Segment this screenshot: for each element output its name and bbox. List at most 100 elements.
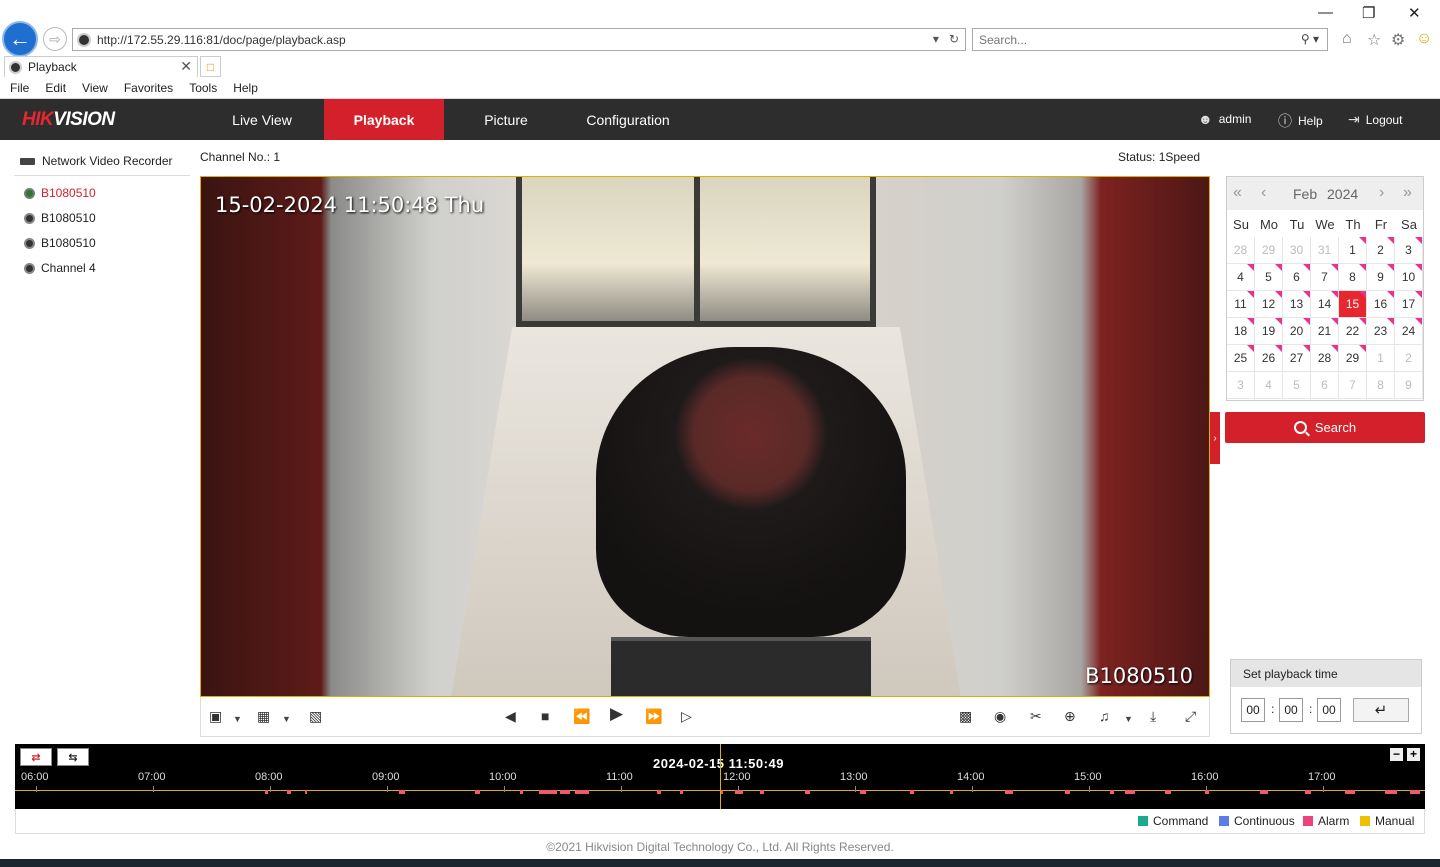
camera-item-2[interactable]: B1080510 [24,211,96,225]
alarm-recording-segment[interactable] [560,790,570,794]
calendar-day-other-month[interactable]: 8 [1367,372,1395,399]
alarm-recording-segment[interactable] [657,790,661,794]
alarm-recording-segment[interactable] [520,790,523,794]
calendar-day[interactable]: 5 [1255,264,1283,291]
alarm-recording-segment[interactable] [1125,790,1135,794]
calendar-day-other-month[interactable]: 2 [1395,345,1423,372]
calendar-day[interactable]: 27 [1283,345,1311,372]
alarm-recording-segment[interactable] [1065,790,1070,794]
alarm-recording-segment[interactable] [1305,790,1311,794]
address-bar[interactable]: http://172.55.29.116:81/doc/page/playbac… [72,28,966,51]
calendar-day-other-month[interactable]: 31 [1311,237,1339,264]
calendar-day[interactable]: 20 [1283,318,1311,345]
calendar-day[interactable]: 4 [1227,264,1255,291]
address-url[interactable]: http://172.55.29.116:81/doc/page/playbac… [97,33,346,47]
alarm-recording-segment[interactable] [399,790,405,794]
search-button[interactable]: Search [1225,412,1425,443]
clip-scissors-icon[interactable]: ✂ [1030,709,1042,723]
region-dropdown-icon[interactable]: ▼ [282,712,291,726]
calendar-day[interactable]: 13 [1283,291,1311,318]
enter-arrow-icon[interactable]: ↵ [1353,698,1409,722]
logout-link[interactable]: ⇥ Logout [1348,111,1402,128]
new-tab-icon[interactable]: □ [200,56,221,77]
alarm-recording-segment[interactable] [860,790,866,794]
alarm-recording-segment[interactable] [1110,790,1114,794]
calendar-month[interactable]: Feb [1293,186,1317,202]
play-icon[interactable]: ▶ [610,705,623,722]
calendar-day-other-month[interactable]: 7 [1339,372,1367,399]
layout-dropdown-icon[interactable]: ▼ [233,712,242,726]
prev-month-icon[interactable]: ‹ [1261,184,1266,202]
menu-file[interactable]: File [10,81,29,95]
alarm-recording-segment[interactable] [910,790,914,794]
digital-zoom-icon[interactable]: ⊕ [1064,709,1076,723]
slow-down-icon[interactable]: ⏪ [573,709,590,723]
calendar-day[interactable]: 3 [1395,237,1423,264]
calendar-day-other-month[interactable]: 29 [1255,237,1283,264]
calendar-day[interactable]: 29 [1339,345,1367,372]
calendar-day[interactable]: 7 [1311,264,1339,291]
settings-gear-icon[interactable]: ⚙ [1391,30,1405,50]
alarm-recording-segment[interactable] [475,790,480,794]
calendar-day[interactable]: 23 [1367,318,1395,345]
next-year-icon[interactable]: » [1403,184,1412,202]
home-icon[interactable]: ⌂ [1342,30,1352,48]
calendar-day[interactable]: 11 [1227,291,1255,318]
calendar-day-other-month[interactable]: 30 [1283,237,1311,264]
calendar-day-other-month[interactable]: 9 [1395,372,1423,399]
calendar-year[interactable]: 2024 [1327,186,1358,202]
capture-camera-icon[interactable]: ◉ [994,709,1006,723]
image-adjust-icon[interactable]: ▧ [309,709,322,723]
alarm-recording-segment[interactable] [575,790,589,794]
alarm-recording-segment[interactable] [1385,790,1397,794]
tab-configuration[interactable]: Configuration [568,99,688,140]
calendar-day-other-month[interactable]: 3 [1227,372,1255,399]
fullscreen-icon[interactable]: ⤢ [1185,709,1196,723]
browser-search-box[interactable]: ⚲ ▾ [972,28,1328,51]
user-menu[interactable]: ☻ admin [1198,111,1251,127]
back-arrow-icon[interactable]: ← [2,21,38,57]
tab-playback[interactable]: Playback [324,99,444,140]
calendar-day[interactable]: 15 [1339,291,1367,318]
calendar-day[interactable]: 17 [1395,291,1423,318]
alarm-recording-segment[interactable] [1410,790,1420,794]
prev-year-icon[interactable]: « [1233,184,1242,202]
tab-live-view[interactable]: Live View [202,99,322,140]
restore-icon[interactable]: ❐ [1362,4,1375,22]
stop-all-icon[interactable]: ▩ [959,709,972,723]
search-magnifier-icon[interactable]: ⚲ ▾ [1301,32,1319,46]
alarm-recording-segment[interactable] [805,790,810,794]
calendar-day[interactable]: 2 [1367,237,1395,264]
calendar-day[interactable]: 12 [1255,291,1283,318]
calendar-day[interactable]: 28 [1311,345,1339,372]
browser-tab[interactable]: Playback ✕ [4,56,198,77]
speed-up-icon[interactable]: ⏩ [645,709,662,723]
calendar-day-other-month[interactable]: 5 [1283,372,1311,399]
next-month-icon[interactable]: › [1379,184,1384,202]
calendar-day[interactable]: 16 [1367,291,1395,318]
timeline-cursor[interactable] [720,744,721,809]
refresh-icon[interactable]: ↻ [949,32,959,46]
camera-item-4[interactable]: Channel 4 [24,261,96,275]
calendar-day-other-month[interactable]: 1 [1367,345,1395,372]
nvr-root[interactable]: Network Video Recorder [20,154,173,168]
hour-field[interactable]: 00 [1241,698,1265,722]
alarm-recording-segment[interactable] [680,790,683,794]
alarm-recording-segment[interactable] [265,790,268,794]
calendar-day[interactable]: 10 [1395,264,1423,291]
calendar-day[interactable]: 19 [1255,318,1283,345]
calendar-day-other-month[interactable]: 6 [1311,372,1339,399]
alarm-recording-segment[interactable] [287,790,291,794]
alarm-recording-segment[interactable] [735,790,743,794]
menu-favorites[interactable]: Favorites [124,81,173,95]
browser-search-input[interactable] [979,32,1279,47]
calendar-day[interactable]: 8 [1339,264,1367,291]
alarm-recording-segment[interactable] [1165,790,1171,794]
alarm-recording-segment[interactable] [305,790,307,794]
alarm-recording-segment[interactable] [1005,790,1013,794]
help-link[interactable]: ⓘ Help [1278,111,1323,131]
alarm-recording-segment[interactable] [539,790,557,794]
menu-view[interactable]: View [82,81,108,95]
smiley-feedback-icon[interactable]: ☺ [1416,30,1432,48]
camera-item-1[interactable]: B1080510 [24,186,96,200]
